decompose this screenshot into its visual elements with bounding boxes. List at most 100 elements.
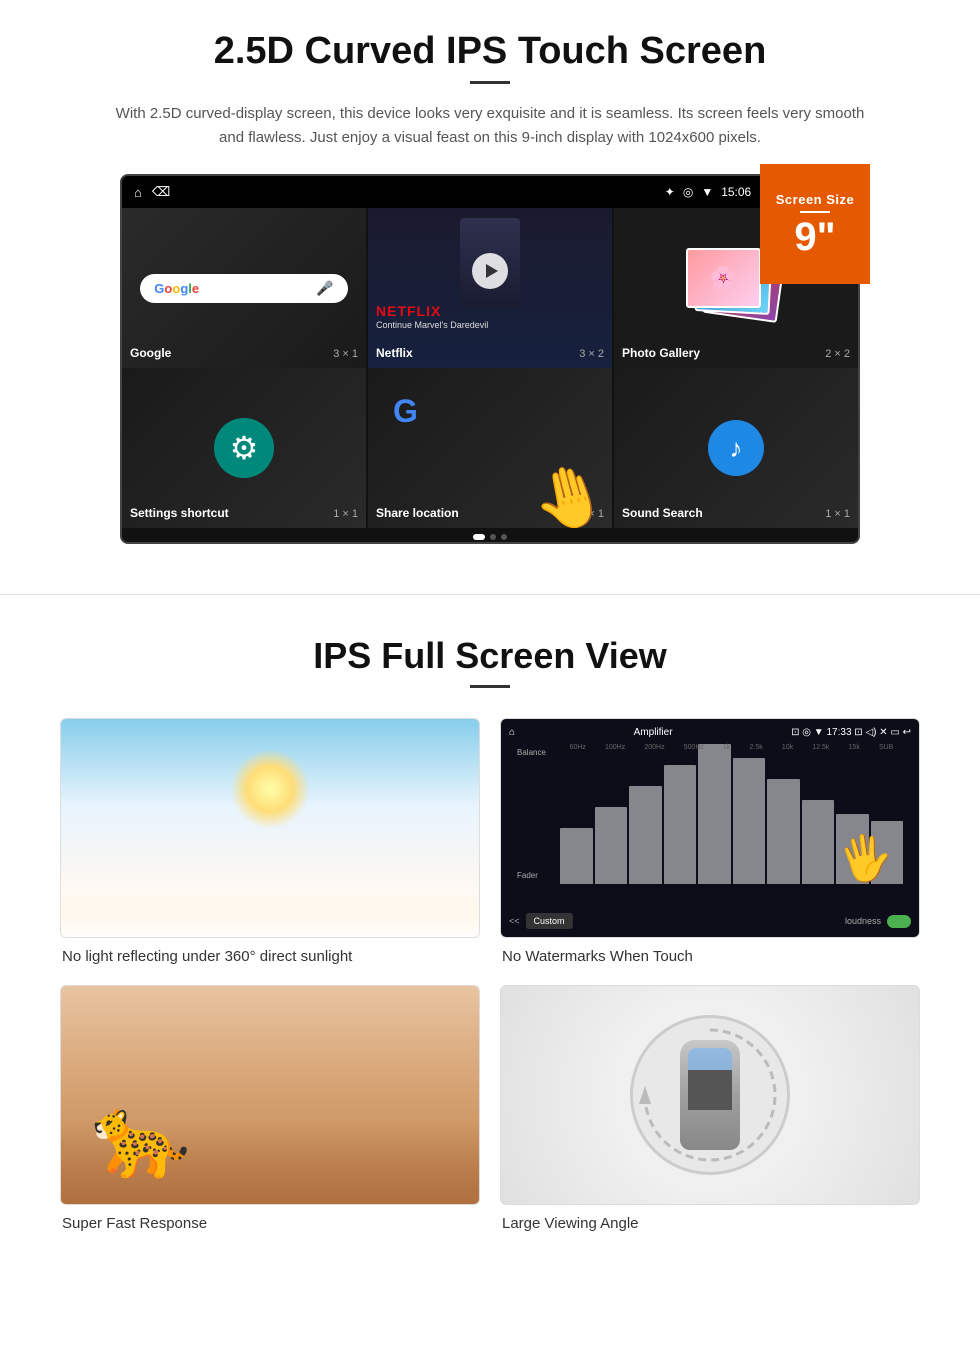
eq-custom-button[interactable]: Custom xyxy=(526,913,573,929)
fast-response-label: Super Fast Response xyxy=(60,1215,480,1232)
eq-labels-left: Balance Fader xyxy=(517,744,557,884)
dot-3 xyxy=(501,534,507,540)
netflix-play-button[interactable] xyxy=(472,253,508,289)
clock: 15:06 xyxy=(721,185,751,199)
gallery-label: Photo Gallery xyxy=(622,346,700,360)
app-grid-row1: Google 🎤 Google 3 × 1 NETFLIX xyxy=(122,208,858,368)
feature-fast-response: 🐆 Super Fast Response xyxy=(60,985,480,1232)
eq-image: ⌂ Amplifier ⊡ ◎ ▼ 17:33 ⊡ ◁) ✕ ▭ ↩ Balan… xyxy=(500,718,920,938)
google-search-bar[interactable]: Google 🎤 xyxy=(140,274,347,303)
bluetooth-icon: ✦ xyxy=(665,185,675,199)
cheetah-image: 🐆 xyxy=(60,985,480,1205)
location-icon: ◎ xyxy=(683,185,693,199)
eq-bar-3 xyxy=(629,786,662,884)
netflix-subtitle: Continue Marvel's Daredevil xyxy=(376,320,488,330)
sun-glow xyxy=(230,749,310,829)
dot-2 xyxy=(490,534,496,540)
screen-size-badge: Screen Size 9" xyxy=(760,164,870,284)
eq-bars-area: Balance Fader 60Hz 100Hz 200Hz 500Hz 1k … xyxy=(509,744,911,884)
section2-title: IPS Full Screen View xyxy=(60,635,920,677)
pagination-dots xyxy=(122,528,858,542)
section1-title: 2.5D Curved IPS Touch Screen xyxy=(60,30,920,73)
usb-icon: ⌫ xyxy=(152,184,170,200)
watermarks-label: No Watermarks When Touch xyxy=(500,948,920,965)
badge-underline xyxy=(800,211,830,213)
netflix-logo: NETFLIX xyxy=(376,303,441,319)
hand-touch-icon: 🤚 xyxy=(524,454,612,528)
sound-search-icon[interactable]: ♪ xyxy=(708,420,764,476)
status-bar: ⌂ ⌫ ✦ ◎ ▼ 15:06 ⊡ ◁) ✕ ▭ ↩ xyxy=(122,176,858,208)
eq-bar-4 xyxy=(664,765,697,884)
settings-gear-icon[interactable]: ⚙ xyxy=(214,418,274,478)
eq-icons: ⊡ ◎ ▼ 17:33 ⊡ ◁) ✕ ▭ ↩ xyxy=(791,727,911,738)
sky-fade xyxy=(61,877,479,937)
dot-1 xyxy=(473,534,485,540)
eq-bottom-bar: << Custom loudness xyxy=(509,913,911,929)
eq-label-fader: Fader xyxy=(517,871,557,880)
settings-size: 1 × 1 xyxy=(333,508,358,520)
section-ips-view: IPS Full Screen View No light reflecting… xyxy=(0,625,980,1272)
section-divider xyxy=(0,594,980,595)
car-top-view xyxy=(680,1040,740,1150)
app-cell-settings[interactable]: ⚙ Settings shortcut 1 × 1 xyxy=(122,368,366,528)
eq-freq-labels: 60Hz 100Hz 200Hz 500Hz 1k 2.5k 10k 12.5k… xyxy=(560,744,903,751)
sound-label: Sound Search xyxy=(622,506,703,520)
app-grid-row2: ⚙ Settings shortcut 1 × 1 G 🤚 Share loca… xyxy=(122,368,858,528)
eq-toggle[interactable] xyxy=(887,915,911,928)
app-cell-netflix[interactable]: NETFLIX Continue Marvel's Daredevil Netf… xyxy=(368,208,612,368)
netflix-size: 3 × 2 xyxy=(579,348,604,360)
title-underline xyxy=(470,81,510,84)
sound-size: 1 × 1 xyxy=(825,508,850,520)
maps-g-letter: G xyxy=(393,393,418,429)
sky-scene xyxy=(61,719,479,937)
settings-label: Settings shortcut xyxy=(130,506,229,520)
sunlight-label: No light reflecting under 360° direct su… xyxy=(60,948,480,965)
viewing-angle-label: Large Viewing Angle xyxy=(500,1215,920,1232)
eq-bar-8 xyxy=(802,800,835,884)
cheetah-emoji: 🐆 xyxy=(91,1090,191,1184)
eq-bar-2 xyxy=(595,807,628,884)
car-roof xyxy=(688,1070,732,1110)
app-cell-google[interactable]: Google 🎤 Google 3 × 1 xyxy=(122,208,366,368)
eq-loudness-label: loudness xyxy=(845,916,881,926)
google-label: Google xyxy=(130,346,171,360)
eq-bar-1 xyxy=(560,828,593,884)
eq-bar-5 xyxy=(698,744,731,884)
eq-screen: ⌂ Amplifier ⊡ ◎ ▼ 17:33 ⊡ ◁) ✕ ▭ ↩ Balan… xyxy=(501,719,919,937)
screen-size-value: 9" xyxy=(794,217,835,257)
netflix-label: Netflix xyxy=(376,346,413,360)
eq-title: Amplifier xyxy=(634,727,673,738)
screen-size-label: Screen Size xyxy=(776,192,855,207)
android-screen-wrapper: Screen Size 9" ⌂ ⌫ ✦ ◎ ▼ 15:06 ⊡ xyxy=(120,174,860,544)
status-left: ⌂ ⌫ xyxy=(134,184,170,200)
section1-description: With 2.5D curved-display screen, this de… xyxy=(115,102,865,150)
wifi-icon: ▼ xyxy=(701,185,713,199)
features-grid: No light reflecting under 360° direct su… xyxy=(60,718,920,1232)
section-curved-screen: 2.5D Curved IPS Touch Screen With 2.5D c… xyxy=(0,0,980,564)
eq-bars: 60Hz 100Hz 200Hz 500Hz 1k 2.5k 10k 12.5k… xyxy=(560,744,903,884)
photo-main: 🌸 xyxy=(686,248,761,308)
car-scene xyxy=(501,986,919,1204)
home-icon[interactable]: ⌂ xyxy=(134,185,142,200)
car-image xyxy=(500,985,920,1205)
android-screen: ⌂ ⌫ ✦ ◎ ▼ 15:06 ⊡ ◁) ✕ ▭ ↩ xyxy=(120,174,860,544)
eq-bar-6 xyxy=(733,758,766,884)
feature-viewing-angle: Large Viewing Angle xyxy=(500,985,920,1232)
feature-watermarks: ⌂ Amplifier ⊡ ◎ ▼ 17:33 ⊡ ◁) ✕ ▭ ↩ Balan… xyxy=(500,718,920,965)
eq-bar-7 xyxy=(767,779,800,884)
eq-home-icon: ⌂ xyxy=(509,727,515,738)
mic-icon[interactable]: 🎤 xyxy=(316,280,333,297)
app-cell-sound[interactable]: ♪ Sound Search 1 × 1 xyxy=(614,368,858,528)
app-cell-share[interactable]: G 🤚 Share location 1 × 1 xyxy=(368,368,612,528)
eq-hand-icon: 🖐 xyxy=(834,828,897,889)
section2-underline xyxy=(470,685,510,688)
google-size: 3 × 1 xyxy=(333,348,358,360)
sunlight-image xyxy=(60,718,480,938)
eq-title-bar: ⌂ Amplifier ⊡ ◎ ▼ 17:33 ⊡ ◁) ✕ ▭ ↩ xyxy=(509,727,911,738)
cheetah-scene: 🐆 xyxy=(61,986,479,1204)
car-rotation-circle xyxy=(630,1015,790,1175)
eq-label-balance: Balance xyxy=(517,748,557,757)
google-logo: Google xyxy=(154,281,199,296)
maps-g-logo: G xyxy=(393,393,418,430)
feature-sunlight: No light reflecting under 360° direct su… xyxy=(60,718,480,965)
